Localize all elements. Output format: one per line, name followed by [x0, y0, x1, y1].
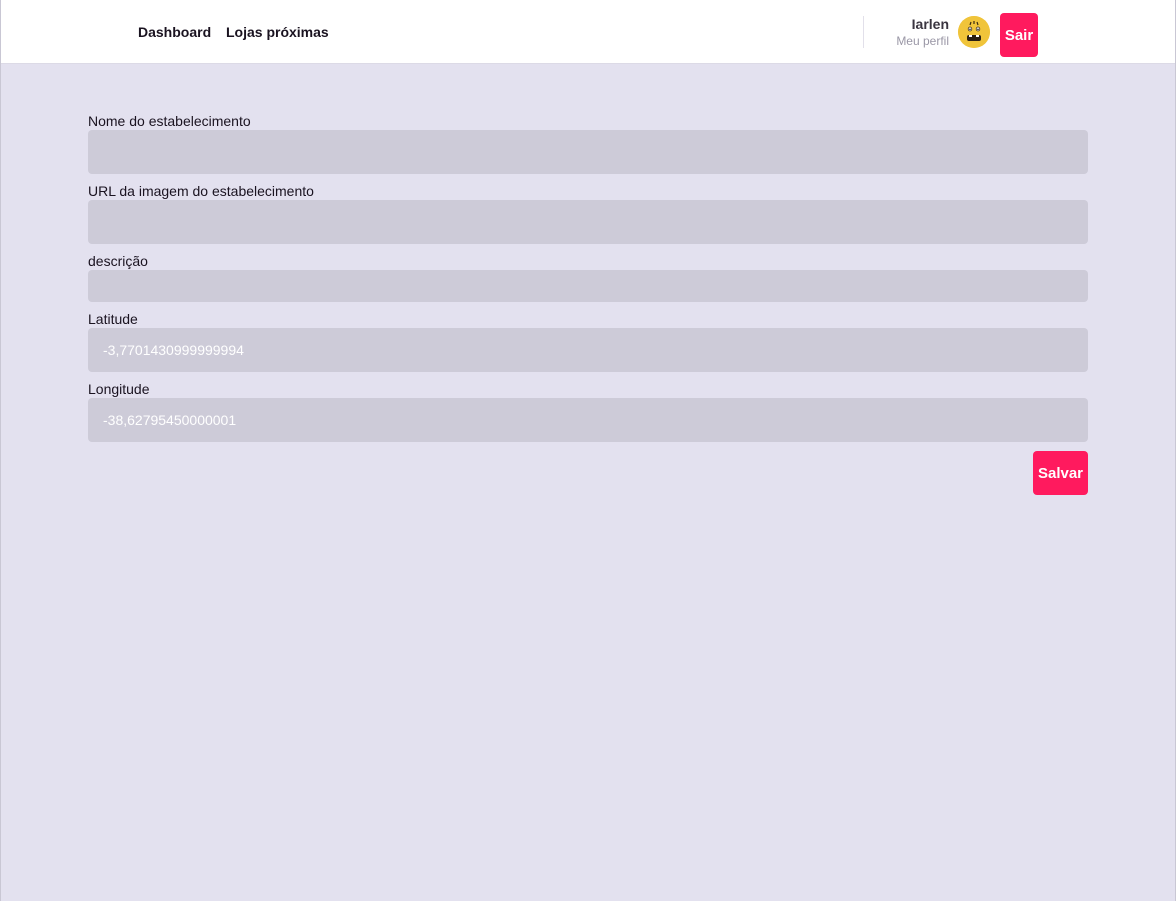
top-header: Dashboard Lojas próximas Iarlen Meu perf…: [1, 0, 1175, 64]
latitude-label: Latitude: [88, 311, 138, 327]
save-row: Salvar: [88, 451, 1088, 501]
latitude-input[interactable]: [88, 328, 1088, 372]
longitude-input[interactable]: [88, 398, 1088, 442]
imagem-url-input[interactable]: [88, 200, 1088, 244]
longitude-label: Longitude: [88, 381, 150, 397]
imagem-url-label: URL da imagem do estabelecimento: [88, 183, 314, 199]
avatar-face-icon[interactable]: [958, 16, 990, 48]
header-divider: [863, 16, 864, 48]
descricao-input[interactable]: [88, 270, 1088, 302]
nome-input[interactable]: [88, 130, 1088, 174]
nav-lojas-proximas-link[interactable]: Lojas próximas: [226, 23, 329, 41]
save-button[interactable]: Salvar: [1033, 451, 1088, 495]
page: Dashboard Lojas próximas Iarlen Meu perf…: [0, 0, 1176, 901]
profile-link[interactable]: Iarlen Meu perfil: [896, 15, 949, 49]
nav-dashboard-link[interactable]: Dashboard: [138, 23, 211, 41]
descricao-label: descrição: [88, 253, 148, 269]
my-profile-label[interactable]: Meu perfil: [896, 33, 949, 49]
profile-name: Iarlen: [911, 16, 949, 32]
nome-label: Nome do estabelecimento: [88, 113, 251, 129]
store-form: Nome do estabelecimento URL da imagem do…: [88, 113, 1088, 501]
logout-button[interactable]: Sair: [1000, 13, 1038, 57]
